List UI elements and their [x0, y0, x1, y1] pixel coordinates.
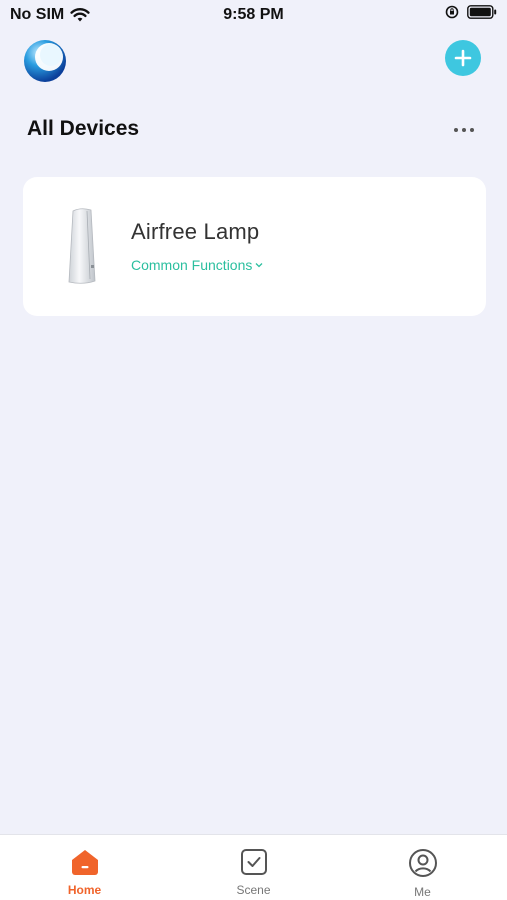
status-bar: No SIM 9:58 PM — [0, 0, 507, 32]
tab-me-label: Me — [414, 885, 431, 899]
user-icon — [408, 849, 437, 877]
battery-icon — [467, 5, 497, 19]
status-right — [445, 5, 497, 19]
orientation-lock-icon — [445, 5, 459, 19]
airfree-lamp-image — [68, 208, 96, 284]
tab-me[interactable]: Me — [338, 835, 507, 900]
more-options-button[interactable] — [448, 120, 480, 140]
device-name: Airfree Lamp — [131, 219, 260, 244]
tab-home[interactable]: Home — [0, 835, 169, 900]
add-device-button[interactable] — [445, 40, 481, 76]
common-functions-toggle[interactable]: Common Functions — [131, 257, 263, 273]
home-icon — [71, 850, 98, 875]
status-time: 9:58 PM — [223, 6, 284, 23]
chevron-down-icon — [255, 263, 263, 268]
page-title: All Devices — [27, 117, 140, 140]
more-horizontal-icon — [454, 128, 458, 132]
home-screen: No SIM 9:58 PM All Devices Airfree Lamp … — [0, 0, 507, 900]
plus-icon — [454, 49, 472, 67]
tab-scene[interactable]: Scene — [169, 835, 338, 900]
tab-scene-label: Scene — [236, 883, 271, 897]
checkbox-icon — [240, 849, 267, 875]
tab-home-label: Home — [67, 883, 102, 897]
app-logo-icon[interactable] — [22, 38, 68, 84]
bottom-tab-bar: Home Scene Me — [0, 834, 507, 900]
common-functions-label: Common Functions — [131, 257, 253, 273]
device-card[interactable]: Airfree Lamp Common Functions — [23, 177, 486, 316]
